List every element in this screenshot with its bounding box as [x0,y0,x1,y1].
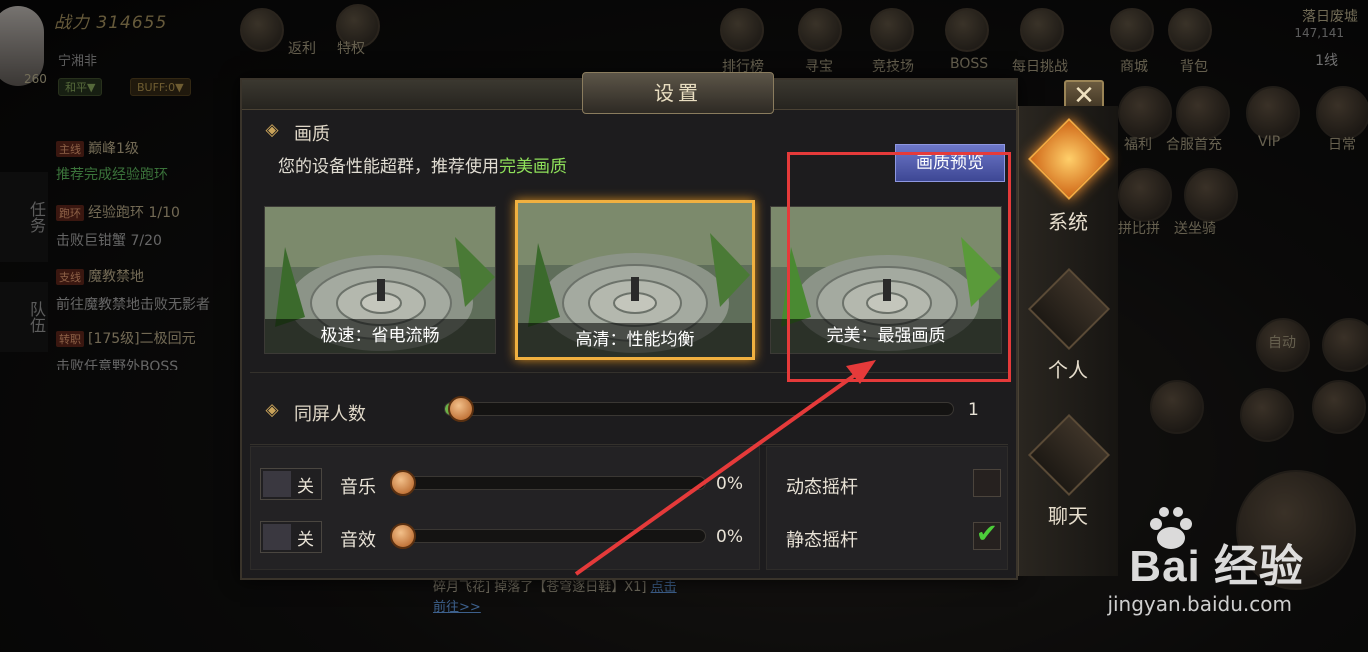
watermark-url: jingyan.baidu.com [1107,592,1292,616]
watermark-brand: Bai 经验 [1129,542,1304,591]
game-screen: 战力 314655 宁湘非 260 和平▼ BUFF:0▼ 返利 特权 排行榜 … [0,0,1368,652]
